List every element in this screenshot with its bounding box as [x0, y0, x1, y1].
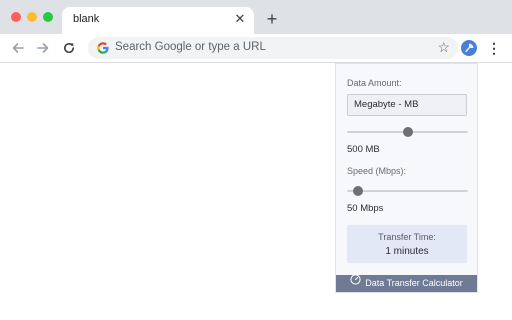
slider-thumb[interactable]: [352, 186, 363, 196]
tab-blank[interactable]: blank ✕: [62, 7, 254, 34]
extension-icon[interactable]: [461, 40, 477, 56]
tab-strip: blank ✕ +: [0, 0, 512, 34]
footer-title: Data Transfer Calculator: [365, 278, 463, 288]
slider-track: [347, 190, 468, 192]
bookmark-star-icon[interactable]: ☆: [437, 39, 450, 56]
data-amount-slider[interactable]: [347, 126, 468, 138]
calculator-popup: Data Amount: Megabyte - MB 500 MB Speed …: [335, 63, 478, 293]
menu-icon[interactable]: ⋮: [487, 39, 501, 57]
new-tab-button[interactable]: +: [262, 9, 282, 29]
speedometer-icon: [350, 274, 361, 291]
reload-icon[interactable]: [60, 39, 78, 57]
close-window-button[interactable]: [11, 12, 21, 22]
data-amount-value: 500 MB: [347, 144, 380, 155]
browser-window: blank ✕ + Search Google or type a URL ☆ …: [0, 0, 512, 320]
minimize-window-button[interactable]: [27, 12, 37, 22]
speed-value: 50 Mbps: [347, 203, 384, 214]
toolbar: Search Google or type a URL ☆: [0, 34, 512, 63]
address-bar[interactable]: Search Google or type a URL ☆: [88, 37, 458, 59]
result-box: Transfer Time: 1 minutes: [347, 225, 467, 263]
slider-thumb[interactable]: [402, 127, 413, 137]
maximize-window-button[interactable]: [43, 12, 53, 22]
speed-label: Speed (Mbps):: [347, 166, 407, 176]
tab-close-icon[interactable]: ✕: [232, 11, 248, 27]
speed-slider[interactable]: [347, 185, 468, 197]
popup-footer: Data Transfer Calculator: [336, 274, 477, 292]
result-label: Transfer Time:: [378, 232, 436, 242]
google-g-icon: [96, 41, 110, 55]
tab-title: blank: [73, 13, 100, 25]
unit-select[interactable]: Megabyte - MB: [347, 94, 467, 116]
forward-arrow-icon[interactable]: [34, 39, 52, 57]
back-arrow-icon[interactable]: [9, 39, 27, 57]
result-value: 1 minutes: [385, 246, 429, 257]
omnibox-placeholder: Search Google or type a URL: [115, 41, 266, 53]
data-amount-label: Data Amount:: [347, 78, 402, 88]
